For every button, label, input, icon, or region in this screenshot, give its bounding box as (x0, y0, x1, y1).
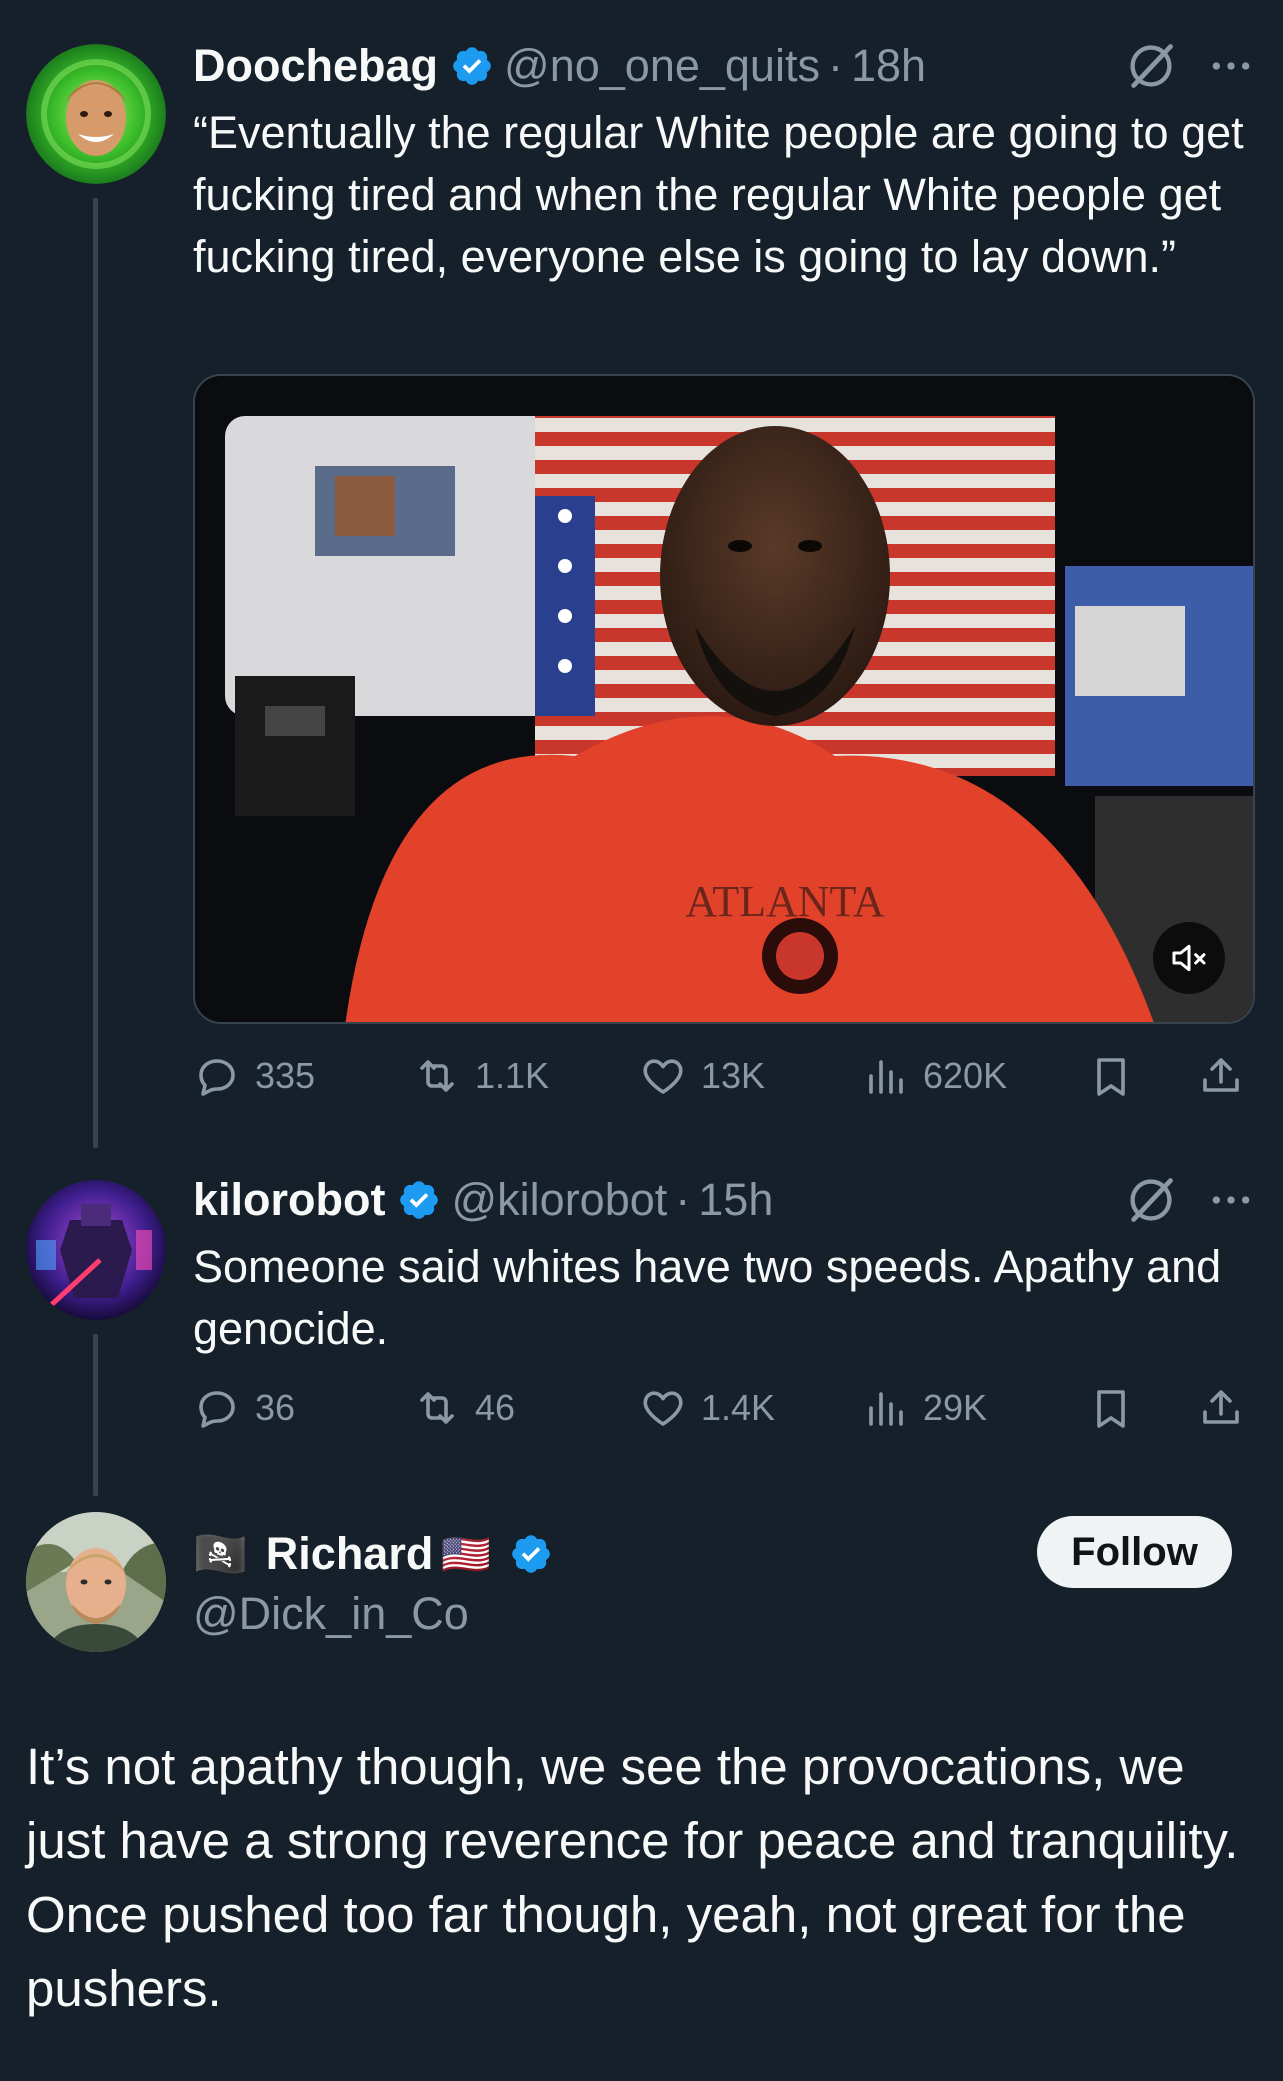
display-name[interactable]: Richard (266, 1528, 434, 1580)
tweet-text: “Eventually the regular White people are… (193, 107, 1244, 282)
thread-line (93, 1334, 98, 1496)
like-button[interactable]: 1.4K (639, 1378, 775, 1438)
thread-line (93, 198, 98, 1148)
bookmark-button[interactable] (1087, 1046, 1135, 1106)
video-frame: ATLANTA (195, 376, 1253, 1022)
repost-button[interactable]: 1.1K (413, 1046, 549, 1106)
handle[interactable]: @no_one_quits (504, 40, 820, 92)
mute-icon (1172, 944, 1206, 972)
grok-icon[interactable] (1125, 40, 1177, 92)
tweet-header: 🏴‍☠️ Richard 🇺🇸 (193, 1524, 563, 1584)
verified-badge-icon (453, 47, 491, 85)
more-icon[interactable] (1209, 1178, 1253, 1222)
reply-button[interactable]: 335 (193, 1046, 315, 1106)
tweet-text: It’s not apathy though, we see the provo… (26, 1738, 1239, 2017)
like-count: 13K (701, 1055, 766, 1096)
tweet-text: Someone said whites have two speeds. Apa… (193, 1241, 1222, 1354)
avatar[interactable] (26, 1512, 166, 1652)
action-bar: 36 46 1.4K 29K (193, 1378, 1255, 1438)
us-flag-emoji: 🇺🇸 (441, 1531, 492, 1578)
views-icon (869, 1392, 903, 1426)
repost-icon (420, 1060, 454, 1092)
reply-icon (199, 1391, 235, 1428)
pirate-flag-emoji: 🏴‍☠️ (193, 1529, 248, 1580)
separator: · (827, 40, 843, 91)
tweet-header: kilorobot @kilorobot · 15h (193, 1170, 1253, 1230)
repost-count: 1.1K (475, 1055, 550, 1096)
display-name[interactable]: Doochebag (193, 40, 438, 92)
shirt-text: ATLANTA (685, 877, 885, 926)
repost-button[interactable]: 46 (413, 1378, 515, 1438)
action-bar: 335 1.1K 13K 620K (193, 1046, 1255, 1106)
grok-icon[interactable] (1125, 1174, 1177, 1226)
more-icon[interactable] (1209, 44, 1253, 88)
handle[interactable]: @kilorobot (451, 1174, 667, 1226)
verified-badge-icon (512, 1535, 550, 1573)
handle[interactable]: @Dick_in_Co (193, 1588, 469, 1640)
avatar[interactable] (26, 44, 166, 184)
bookmark-icon (1097, 1390, 1125, 1428)
repost-icon (420, 1392, 454, 1424)
share-button[interactable] (1197, 1046, 1245, 1106)
verified-badge-icon (400, 1181, 439, 1219)
views-count: 29K (923, 1387, 988, 1428)
views-count: 620K (923, 1055, 1008, 1096)
share-icon (1203, 1390, 1239, 1424)
display-name[interactable]: kilorobot (193, 1174, 385, 1226)
tweet-header: Doochebag @no_one_quits · 18h (193, 36, 1253, 96)
mute-button[interactable] (1153, 922, 1225, 994)
bookmark-icon (1097, 1058, 1125, 1096)
reply-icon (199, 1059, 235, 1096)
reply-button[interactable]: 36 (193, 1378, 295, 1438)
like-icon (643, 1391, 683, 1426)
repost-count: 46 (475, 1387, 516, 1428)
handle-row: @Dick_in_Co (193, 1584, 469, 1644)
timestamp[interactable]: 15h (698, 1174, 773, 1226)
bookmark-button[interactable] (1087, 1378, 1135, 1438)
views-button[interactable]: 29K (861, 1378, 987, 1438)
views-icon (869, 1060, 903, 1094)
views-button[interactable]: 620K (861, 1046, 1007, 1106)
like-button[interactable]: 13K (639, 1046, 765, 1106)
follow-button[interactable]: Follow (1037, 1516, 1232, 1588)
video-player[interactable]: ATLANTA (193, 374, 1255, 1024)
avatar[interactable] (26, 1180, 166, 1320)
timestamp[interactable]: 18h (851, 40, 926, 92)
separator: · (675, 1174, 691, 1225)
reply-count: 36 (255, 1387, 296, 1428)
reply-count: 335 (255, 1055, 316, 1096)
share-button[interactable] (1197, 1378, 1245, 1438)
like-icon (643, 1059, 683, 1094)
like-count: 1.4K (701, 1387, 776, 1428)
share-icon (1203, 1058, 1239, 1092)
